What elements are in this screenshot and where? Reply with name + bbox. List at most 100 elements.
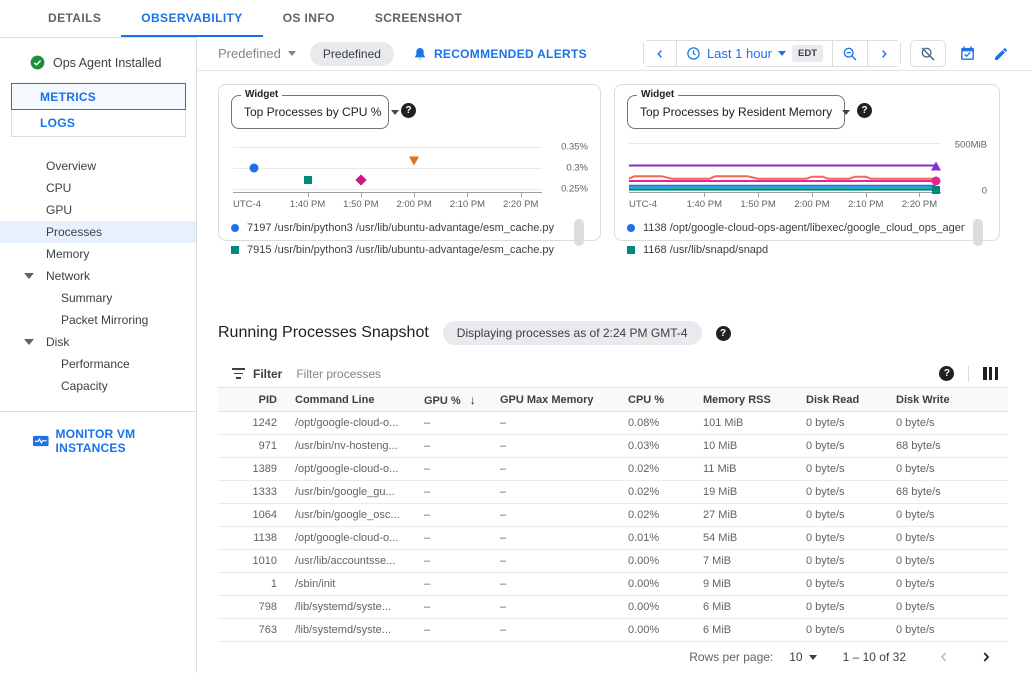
filter-input[interactable]	[296, 367, 939, 381]
monitor-vm-instances-link[interactable]: MONITOR VM INSTANCES	[33, 427, 196, 455]
sidebar-item-label: Disk	[46, 335, 69, 349]
widget-select-value: Top Processes by Resident Memory	[640, 105, 832, 119]
legend-scrollbar[interactable]	[574, 219, 584, 246]
sidebar-sections: METRICSLOGS	[11, 83, 186, 137]
x-axis-utc-label: UTC-4	[629, 199, 657, 210]
sort-descending-icon[interactable]: ↓	[470, 393, 476, 407]
sidebar-item-gpu[interactable]: GPU	[0, 199, 196, 221]
time-forward-button[interactable]	[867, 41, 900, 66]
time-back-button[interactable]	[644, 41, 676, 66]
column-header-disk-write[interactable]: Disk Write	[896, 394, 1008, 406]
table-cell: –	[500, 601, 610, 613]
disable-zoom-button[interactable]	[911, 41, 945, 66]
memory-widget-card: Widget Top Processes by Resident Memory …	[614, 84, 1000, 241]
dashboard-schedule-button[interactable]	[955, 41, 980, 66]
legend-item[interactable]: 1138 /opt/google-cloud-ops-agent/libexec…	[627, 217, 965, 239]
sidebar-item-performance[interactable]: Performance	[0, 353, 196, 375]
sidebar-item-processes[interactable]: Processes	[0, 221, 196, 243]
table-cell: –	[500, 486, 610, 498]
table-cell: /opt/google-cloud-o...	[295, 532, 406, 544]
table-row: 1138/opt/google-cloud-o...––0.01%54 MiB0…	[218, 527, 1008, 550]
widget-field-label: Widget	[637, 89, 678, 100]
table-cell: 0 byte/s	[896, 417, 1008, 429]
column-header-memory-rss[interactable]: Memory RSS	[703, 394, 788, 406]
legend-item[interactable]: 1168 /usr/lib/snapd/snapd	[627, 239, 965, 261]
column-header-disk-read[interactable]: Disk Read	[806, 394, 878, 406]
tab-screenshot[interactable]: SCREENSHOT	[355, 0, 482, 37]
widget-select-memory[interactable]: Widget Top Processes by Resident Memory	[627, 95, 845, 129]
column-header-cpu[interactable]: CPU %	[628, 394, 685, 406]
table-cell: 0.02%	[628, 486, 685, 498]
chevron-down-icon	[809, 655, 817, 660]
widget-select-cpu[interactable]: Widget Top Processes by CPU %	[231, 95, 389, 129]
column-header-pid[interactable]: PID	[218, 394, 277, 406]
process-table-body: 1242/opt/google-cloud-o...––0.08%101 MiB…	[218, 412, 1008, 642]
sidebar-item-capacity[interactable]: Capacity	[0, 375, 196, 397]
y-gridline	[233, 168, 542, 169]
next-page-button[interactable]	[976, 647, 996, 667]
help-icon[interactable]: ?	[939, 366, 954, 381]
column-header-command-line[interactable]: Command Line	[295, 394, 406, 406]
tab-os-info[interactable]: OS INFO	[263, 0, 355, 37]
recommended-alerts-label: RECOMMENDED ALERTS	[434, 47, 587, 61]
help-icon[interactable]: ?	[401, 103, 416, 118]
sidebar-item-disk[interactable]: Disk	[0, 331, 196, 353]
predefined-dropdown-label: Predefined	[218, 46, 281, 61]
collapse-arrow-icon[interactable]	[24, 339, 34, 345]
sidebar-item-label: Performance	[61, 357, 130, 371]
sidebar-item-summary[interactable]: Summary	[0, 287, 196, 309]
table-cell: 0.00%	[628, 624, 685, 636]
sidebar-section-metrics[interactable]: METRICS	[11, 83, 186, 110]
legend-label: 7197 /usr/bin/python3 /usr/lib/ubuntu-ad…	[247, 222, 554, 234]
table-cell: 1064	[218, 509, 277, 521]
sidebar-item-packet-mirroring[interactable]: Packet Mirroring	[0, 309, 196, 331]
tab-details[interactable]: DETAILS	[28, 0, 121, 37]
legend-scrollbar[interactable]	[973, 219, 983, 246]
legend-marker-square	[627, 246, 635, 254]
recommended-alerts-button[interactable]: RECOMMENDED ALERTS	[412, 46, 587, 62]
edit-dashboard-button[interactable]	[989, 42, 1013, 66]
time-range-selector[interactable]: Last 1 hour EDT	[676, 41, 832, 66]
tab-bar: DETAILSOBSERVABILITYOS INFOSCREENSHOT	[0, 0, 1031, 37]
x-tick-mark	[521, 193, 522, 197]
legend-item[interactable]: 7915 /usr/bin/python3 /usr/lib/ubuntu-ad…	[231, 239, 566, 261]
x-tick-label: 2:00 PM	[396, 199, 431, 210]
table-cell: –	[424, 555, 482, 567]
sidebar-item-overview[interactable]: Overview	[0, 155, 196, 177]
predefined-chip[interactable]: Predefined	[310, 42, 394, 66]
column-header-gpu-max-memory[interactable]: GPU Max Memory	[500, 394, 610, 406]
sidebar-item-network[interactable]: Network	[0, 265, 196, 287]
sidebar-item-memory[interactable]: Memory	[0, 243, 196, 265]
x-tick-mark	[704, 193, 705, 197]
x-tick-label: 2:10 PM	[848, 199, 883, 210]
pencil-icon	[993, 46, 1009, 62]
help-icon[interactable]: ?	[857, 103, 872, 118]
widget-select-value: Top Processes by CPU %	[244, 105, 381, 119]
table-cell: –	[500, 417, 610, 429]
zoom-out-button[interactable]	[832, 41, 867, 66]
y-gridline	[233, 189, 542, 190]
legend-item[interactable]: 7197 /usr/bin/python3 /usr/lib/ubuntu-ad…	[231, 217, 566, 239]
x-tick-label: 1:40 PM	[687, 199, 722, 210]
column-display-icon[interactable]	[983, 367, 998, 380]
rows-per-page-select[interactable]: 10	[789, 650, 816, 664]
legend-marker-circle	[231, 224, 239, 232]
sidebar-item-label: Summary	[61, 291, 112, 305]
table-cell: 1010	[218, 555, 277, 567]
collapse-arrow-icon[interactable]	[24, 273, 34, 279]
tab-observability[interactable]: OBSERVABILITY	[121, 0, 262, 37]
timezone-badge[interactable]: EDT	[792, 45, 823, 62]
predefined-dropdown[interactable]: Predefined	[218, 46, 296, 61]
table-cell: /usr/lib/accountsse...	[295, 555, 406, 567]
table-cell: /usr/bin/google_osc...	[295, 509, 406, 521]
filter-button[interactable]: Filter	[232, 367, 282, 381]
sidebar-section-logs[interactable]: LOGS	[11, 110, 186, 137]
sidebar-item-cpu[interactable]: CPU	[0, 177, 196, 199]
previous-page-button[interactable]	[934, 647, 954, 667]
column-header-gpu[interactable]: GPU %↓	[424, 393, 482, 407]
ops-agent-status-label: Ops Agent Installed	[53, 56, 161, 70]
sidebar-item-label: Processes	[46, 225, 102, 239]
help-icon[interactable]: ?	[716, 326, 731, 341]
clock-icon	[686, 46, 701, 61]
series-end-marker-triangle-up	[931, 161, 941, 170]
